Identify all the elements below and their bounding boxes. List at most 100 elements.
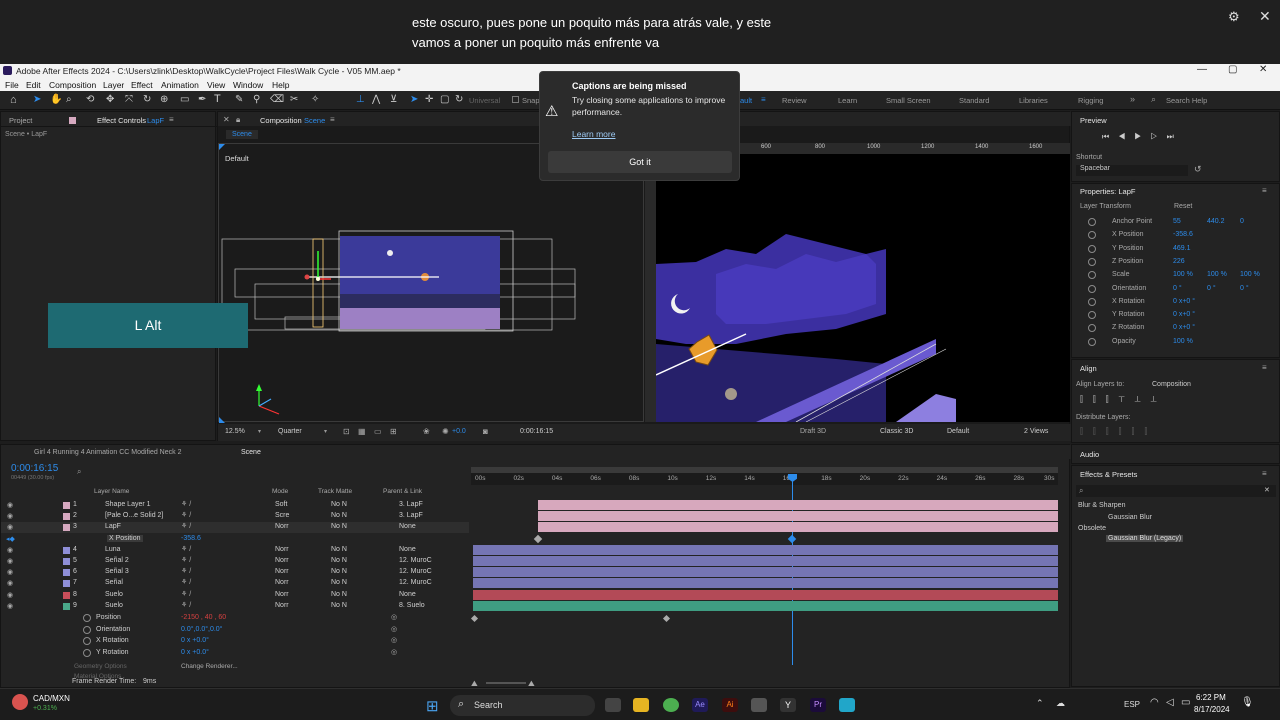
workspace-learn[interactable]: Learn	[838, 96, 857, 105]
label-color-swatch[interactable]	[63, 546, 70, 554]
3d-select-icon[interactable]: ➤	[410, 94, 418, 105]
sub-property-row[interactable]: Position -2150 , 40 , 60 ◎	[1, 613, 469, 624]
time-ruler[interactable]: 00s 02s 04s 06s 08s 10s 12s 14s 16s 18s 20s 22s 24s 2…	[471, 473, 1058, 485]
app-icon[interactable]	[751, 698, 767, 712]
tab-effect-controls[interactable]: Effect Controls	[97, 116, 146, 125]
eye-icon[interactable]: ◉	[7, 557, 13, 565]
panel-menu-icon[interactable]: ≡	[169, 115, 174, 124]
tree-folder-obsolete[interactable]: Obsolete	[1078, 525, 1106, 532]
layer-name[interactable]: [Pale O...e Solid 2]	[105, 512, 163, 519]
stopwatch-icon[interactable]	[1088, 257, 1096, 266]
layer-parent[interactable]: 12. MuroC	[399, 557, 432, 564]
property-value-2[interactable]: 100 %	[1207, 271, 1227, 278]
property-value-1[interactable]: 469.1	[1173, 245, 1191, 252]
3d-rotate-icon[interactable]: ↻	[455, 94, 463, 105]
exposure-icon[interactable]: ✺	[442, 427, 449, 436]
eye-icon[interactable]: ◉	[7, 501, 13, 509]
3d-move-icon[interactable]: ✛	[425, 94, 433, 105]
after-effects-icon[interactable]: Ae	[692, 698, 708, 712]
reset-link[interactable]: Reset	[1174, 203, 1192, 210]
comp-breadcrumb[interactable]: Scene	[226, 130, 258, 139]
hand-tool-icon[interactable]: ✋	[50, 94, 62, 105]
layer-switches[interactable]: ⚘ /	[181, 511, 191, 519]
align-buttons[interactable]: ⫿⫿⫿⊤⊥⊥	[1080, 394, 1167, 405]
layer-duration-bar[interactable]	[538, 511, 1058, 522]
align-menu-icon[interactable]: ≡	[1262, 363, 1267, 372]
layer-mode[interactable]: Norr	[275, 568, 289, 575]
illustrator-icon[interactable]: Ai	[722, 698, 738, 712]
menu-animation[interactable]: Animation	[161, 80, 199, 90]
layer-mode[interactable]: Soft	[275, 501, 287, 508]
layer-duration-bar[interactable]	[473, 578, 1058, 589]
learn-more-link[interactable]: Learn more	[572, 129, 615, 139]
property-value-1[interactable]: 0 x+0 °	[1173, 298, 1195, 305]
layer-track-matte[interactable]: No N	[331, 557, 347, 564]
keyframe[interactable]	[470, 614, 479, 623]
3d-scale-icon[interactable]: ▢	[440, 94, 449, 105]
property-value-1[interactable]: 0 °	[1173, 285, 1182, 292]
layer-track-matte[interactable]: No N	[331, 523, 347, 530]
exposure-value[interactable]: +0.0	[452, 428, 466, 435]
layer-switches[interactable]: ⚘ /	[181, 601, 191, 609]
label-color-swatch[interactable]	[63, 580, 70, 588]
premiere-icon[interactable]: Pr	[810, 698, 826, 712]
menu-file[interactable]: File	[5, 80, 19, 90]
stock-name[interactable]: CAD/MXN	[33, 694, 70, 703]
home-icon[interactable]: ⌂	[10, 94, 17, 106]
layer-row[interactable]: ◉ 3 LapF ⚘ / Norr No N None	[1, 522, 469, 534]
layer-duration-bar[interactable]	[473, 544, 1058, 555]
eye-icon[interactable]: ◉	[7, 546, 13, 554]
resolution-select[interactable]: Quarter	[278, 428, 302, 435]
menu-effect[interactable]: Effect	[131, 80, 153, 90]
tab-scene[interactable]: Scene	[241, 449, 261, 456]
stopwatch-icon[interactable]	[1088, 231, 1096, 240]
eye-icon[interactable]: ◉	[7, 512, 13, 520]
layer-row[interactable]: ◉ 1 Shape Layer 1 ⚘ / Soft No N 3. LapF	[1, 500, 469, 511]
property-value-1[interactable]: 0 x+0 °	[1173, 324, 1195, 331]
chrome-icon[interactable]	[663, 698, 679, 712]
file-explorer-icon[interactable]	[633, 698, 649, 712]
layer-row[interactable]: ◉ 8 Suelo ⚘ / Norr No N None	[1, 590, 469, 601]
menu-layer[interactable]: Layer	[103, 80, 124, 90]
chevron-up-icon[interactable]: ⌃	[1036, 698, 1044, 709]
layer-name[interactable]: Shape Layer 1	[105, 501, 151, 508]
workspace-standard[interactable]: Standard	[959, 96, 989, 105]
layer-parent[interactable]: None	[399, 523, 416, 530]
stopwatch-icon[interactable]	[83, 614, 91, 622]
stock-widget-icon[interactable]	[12, 694, 28, 710]
layer-duration-bar[interactable]	[473, 600, 1058, 611]
layer-track-matte[interactable]: No N	[331, 591, 347, 598]
layer-row[interactable]: ◉ 5 Señal 2 ⚘ / Norr No N 12. MuroC	[1, 556, 469, 567]
close-icon[interactable]: ✕	[1259, 8, 1271, 25]
type-tool-icon[interactable]: T	[214, 93, 221, 105]
windows-start-icon[interactable]: ⊞	[426, 697, 439, 715]
layer-switches[interactable]: ⚘ /	[181, 500, 191, 508]
stopwatch-icon[interactable]	[1088, 311, 1096, 320]
layer-row[interactable]: ◉ 7 Señal ⚘ / Norr No N 12. MuroC	[1, 578, 469, 589]
wifi-icon[interactable]: ◠	[1150, 697, 1159, 708]
tab-composition[interactable]: Composition	[260, 116, 302, 125]
eye-icon[interactable]: ◉	[7, 523, 13, 531]
dolly-tool-icon[interactable]: ⤧	[125, 94, 133, 105]
shortcut-select[interactable]: Spacebar	[1076, 165, 1188, 176]
playback-controls[interactable]: ⏮◀▶▷⏭	[1102, 132, 1183, 142]
close-tab-icon[interactable]: ✕	[223, 115, 230, 124]
workspace-small-screen[interactable]: Small Screen	[886, 96, 931, 105]
menu-window[interactable]: Window	[233, 80, 263, 90]
tab-project[interactable]: Project	[9, 116, 32, 125]
keyframe[interactable]	[533, 534, 543, 543]
layer-parent[interactable]: None	[399, 546, 416, 553]
shape-tool-icon[interactable]: ▭	[180, 94, 189, 105]
language-indicator[interactable]: ESP	[1124, 700, 1140, 709]
stopwatch-icon[interactable]	[1088, 324, 1096, 333]
brush-tool-icon[interactable]: ✎	[235, 94, 243, 105]
timeline-timecode[interactable]: 0:00:16:15	[11, 463, 58, 474]
eye-icon[interactable]: ◉	[7, 591, 13, 599]
battery-icon[interactable]: ▭	[1181, 697, 1190, 708]
label-color-swatch[interactable]	[63, 524, 70, 532]
draft-3d-toggle[interactable]: Draft 3D	[800, 428, 826, 435]
tree-effect-gaussian-blur-legacy[interactable]: Gaussian Blur (Legacy)	[1106, 535, 1184, 542]
layer-row[interactable]: ◉ 2 [Pale O...e Solid 2] ⚘ / Scre No N 3. LapF	[1, 511, 469, 522]
x-position-value[interactable]: -358.6	[181, 535, 201, 542]
menu-composition[interactable]: Composition	[49, 80, 96, 90]
